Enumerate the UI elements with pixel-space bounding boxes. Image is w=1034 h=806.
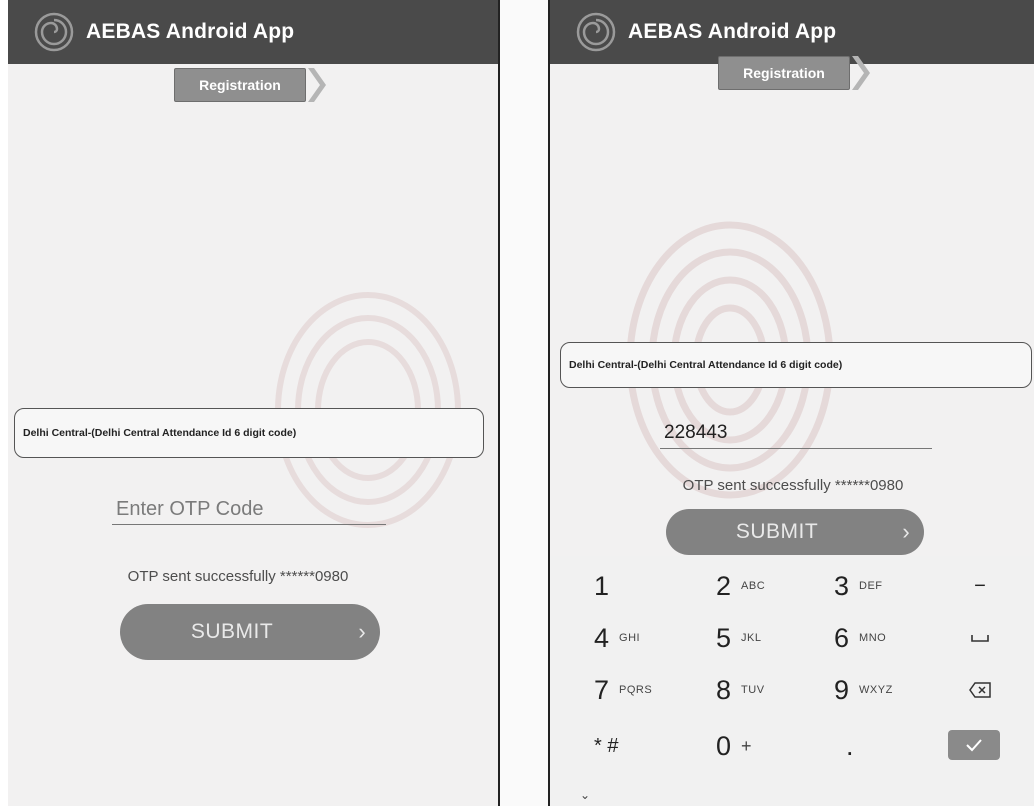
key-2[interactable]: 2 ABC	[716, 560, 765, 612]
check-icon	[966, 739, 982, 752]
keyboard-hide-icon[interactable]: ⌄	[580, 788, 590, 802]
chevron-right-icon: ›	[358, 619, 366, 644]
key-digit: 7	[594, 674, 610, 705]
key-digit: 2	[716, 570, 732, 601]
numeric-keypad: 1 2 ABC 3 DEF − 4 GHI 5 JKL 6 MNO 7 PQRS…	[550, 556, 1034, 806]
office-field-text: Delhi Central-(Delhi Central Attendance …	[23, 427, 297, 439]
app-logo-icon	[576, 12, 616, 52]
key-0[interactable]: 0 +	[716, 720, 752, 772]
registration-button[interactable]: Registration	[718, 56, 870, 90]
office-field[interactable]: Delhi Central-(Delhi Central Attendance …	[560, 342, 1032, 388]
key-digit: * #	[594, 734, 619, 757]
key-9[interactable]: 9 WXYZ	[834, 664, 893, 716]
key-digit: 4	[594, 622, 610, 653]
registration-button[interactable]: Registration	[174, 68, 326, 102]
key-3[interactable]: 3 DEF	[834, 560, 883, 612]
key-4[interactable]: 4 GHI	[594, 612, 640, 664]
key-letters: +	[741, 735, 753, 756]
key-minus[interactable]: −	[960, 560, 1000, 612]
key-letters: WXYZ	[859, 684, 893, 696]
app-bar: AEBAS Android App	[550, 0, 1034, 64]
app-bar: AEBAS Android App	[8, 0, 498, 64]
key-letters: ABC	[741, 580, 766, 592]
key-5[interactable]: 5 JKL	[716, 612, 762, 664]
key-1[interactable]: 1	[594, 560, 619, 612]
key-digit: 6	[834, 622, 850, 653]
chevron-right-icon	[852, 56, 870, 90]
done-button[interactable]	[948, 730, 1000, 760]
registration-label: Registration	[174, 68, 306, 102]
key-8[interactable]: 8 TUV	[716, 664, 765, 716]
key-digit: 1	[594, 570, 610, 601]
chevron-right-icon: ›	[902, 519, 910, 544]
key-letters: GHI	[619, 632, 641, 644]
office-field[interactable]: Delhi Central-(Delhi Central Attendance …	[14, 408, 484, 458]
app-title: AEBAS Android App	[86, 20, 295, 43]
otp-status-text: OTP sent successfully ******0980	[127, 568, 349, 585]
key-6[interactable]: 6 MNO	[834, 612, 886, 664]
app-logo-icon	[34, 12, 74, 52]
submit-label: SUBMIT	[735, 520, 819, 543]
office-field-text: Delhi Central-(Delhi Central Attendance …	[569, 359, 843, 371]
key-backspace[interactable]	[960, 664, 1000, 716]
registration-label: Registration	[718, 56, 850, 90]
backspace-icon	[969, 682, 991, 698]
submit-button[interactable]: SUBMIT ›	[666, 509, 924, 555]
divider-gap	[500, 0, 548, 806]
key-digit: 3	[834, 570, 850, 601]
key-7[interactable]: 7 PQRS	[594, 664, 652, 716]
key-letters: PQRS	[619, 684, 653, 696]
otp-input[interactable]	[660, 418, 932, 449]
submit-label: SUBMIT	[190, 620, 274, 643]
key-digit: .	[846, 730, 854, 761]
key-digit: 9	[834, 674, 850, 705]
key-letters: MNO	[859, 632, 887, 644]
app-title: AEBAS Android App	[628, 20, 837, 43]
phone-screen-right: AEBAS Android App Registration Delhi Cen…	[548, 0, 1034, 806]
key-digit: 8	[716, 674, 732, 705]
key-digit: 0	[716, 730, 732, 761]
key-letters: DEF	[859, 580, 883, 592]
phone-screen-left: AEBAS Android App Registration Delhi Cen…	[8, 0, 500, 806]
otp-status-text: OTP sent successfully ******0980	[682, 477, 904, 494]
otp-input[interactable]	[112, 494, 386, 525]
key-letters: TUV	[741, 684, 765, 696]
submit-button[interactable]: SUBMIT ›	[120, 604, 380, 660]
space-icon	[971, 635, 989, 642]
key-digit: 5	[716, 622, 732, 653]
key-dot[interactable]: .	[846, 720, 864, 772]
key-letters: JKL	[741, 632, 762, 644]
chevron-right-icon	[308, 68, 326, 102]
key-star-hash[interactable]: * #	[594, 720, 628, 772]
key-space[interactable]	[960, 612, 1000, 664]
